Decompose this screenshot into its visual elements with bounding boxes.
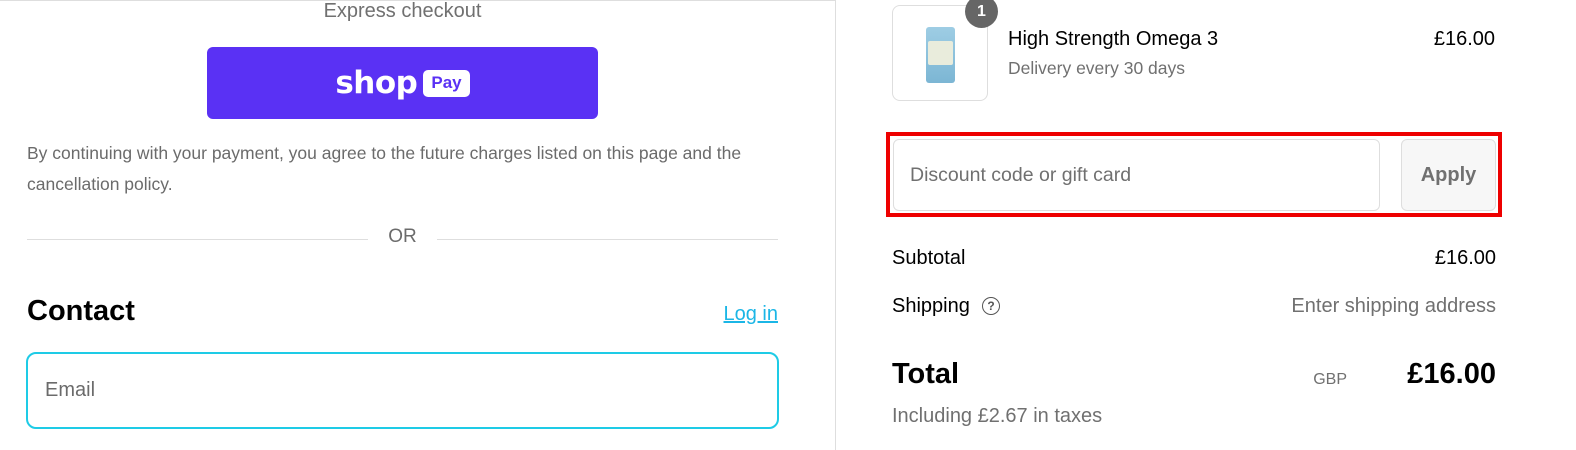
subtotal-label: Subtotal [892, 247, 966, 269]
subtotal-row: Subtotal £16.00 [892, 247, 1496, 277]
product-delivery-frequency: Delivery every 30 days [1008, 58, 1186, 78]
shop-pay-button[interactable]: shop Pay [207, 47, 598, 119]
or-divider: OR [27, 226, 778, 254]
shipping-value: Enter shipping address [1291, 295, 1496, 317]
express-checkout-title: Express checkout [323, 0, 482, 22]
divider-line-right [437, 239, 778, 240]
help-circle-icon[interactable]: ? [982, 297, 1000, 315]
payment-consent-text: By continuing with your payment, you agr… [27, 143, 742, 194]
tax-note: Including £2.67 in taxes [892, 405, 1103, 427]
divider-line-left [27, 239, 368, 240]
subtotal-value: £16.00 [1434, 247, 1496, 269]
total-amount: £16.00 [1407, 358, 1496, 390]
apply-discount-button[interactable]: Apply [1401, 139, 1496, 211]
email-field[interactable] [26, 352, 779, 429]
checkout-main: Express checkout shop Pay By continuing … [0, 0, 836, 450]
quantity-badge: 1 [965, 0, 998, 28]
product-price: £16.00 [1433, 28, 1495, 50]
order-summary: 1 High Strength Omega 3 Delivery every 3… [836, 0, 1576, 450]
shop-pay-badge: Pay [423, 69, 470, 97]
login-link[interactable]: Log in [724, 303, 779, 326]
supplement-bottle-image [926, 27, 955, 83]
shipping-label: Shipping [892, 295, 970, 317]
discount-code-input[interactable] [893, 139, 1380, 211]
bottle-label-graphic [928, 41, 953, 65]
currency-code: GBP [1313, 371, 1347, 388]
or-divider-label: OR [388, 226, 417, 247]
shipping-row: Shipping ? Enter shipping address [892, 295, 1496, 325]
product-name: High Strength Omega 3 [1008, 28, 1219, 50]
total-label: Total [892, 358, 960, 390]
shop-pay-logo-text: shop [335, 65, 418, 101]
contact-heading: Contact [27, 295, 135, 327]
